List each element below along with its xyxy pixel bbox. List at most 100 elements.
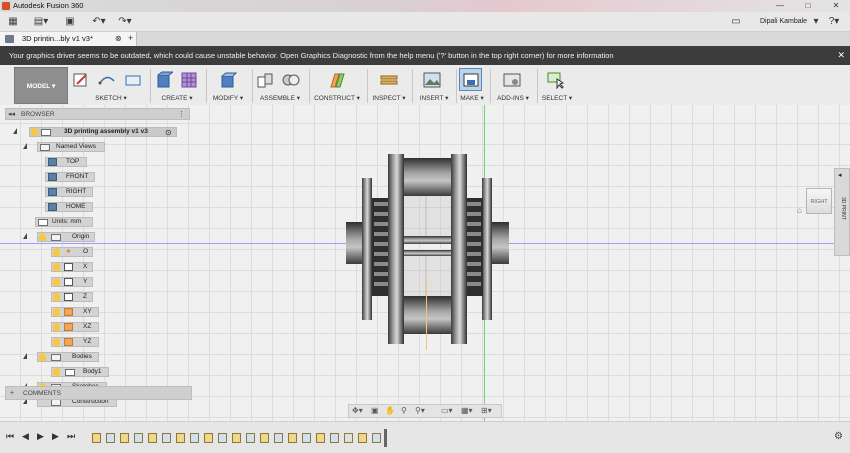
bodies-node[interactable]: Bodies: [19, 351, 109, 363]
origin-z-axis-item[interactable]: Z: [51, 291, 101, 303]
close-window-button[interactable]: ✕: [822, 0, 850, 12]
timeline-feature[interactable]: [302, 433, 311, 443]
look-at-icon[interactable]: ▣: [371, 406, 379, 415]
assemble-group[interactable]: ASSEMBLE ▾: [254, 65, 306, 105]
origin-xy-plane-item[interactable]: XY: [51, 306, 101, 318]
document-tab[interactable]: 3D printin...bly v1 v3* ⊗ +: [0, 32, 137, 46]
units-node[interactable]: Units: mm: [35, 216, 105, 228]
rectangle-icon[interactable]: [124, 71, 142, 89]
display-settings-icon[interactable]: ▭▾: [441, 406, 453, 415]
origin-x-axis-item[interactable]: X: [51, 261, 101, 273]
browser-header[interactable]: ◂◂ BROWSER ⋮: [5, 108, 190, 120]
3d-print-side-panel[interactable]: ◂ 3D PRINT: [834, 168, 850, 256]
inspect-group[interactable]: INSPECT ▾: [369, 65, 409, 105]
sketch-group[interactable]: SKETCH ▾: [72, 65, 150, 105]
visibility-bulb-icon[interactable]: [53, 308, 60, 316]
timeline-feature[interactable]: [232, 433, 241, 443]
visibility-bulb-icon[interactable]: [39, 353, 46, 361]
body1-item[interactable]: Body1: [51, 366, 121, 378]
add-ins-group[interactable]: ADD-INS ▾: [492, 65, 534, 105]
add-comment-icon[interactable]: +: [10, 387, 14, 400]
timeline-feature[interactable]: [316, 433, 325, 443]
timeline-feature[interactable]: [274, 433, 283, 443]
joint-icon[interactable]: [282, 71, 300, 89]
extrude-icon[interactable]: [155, 71, 173, 89]
help-button[interactable]: ?▾: [824, 12, 844, 32]
insert-group[interactable]: INSERT ▾: [414, 65, 454, 105]
timeline-feature[interactable]: [92, 433, 101, 443]
visibility-bulb-icon[interactable]: [53, 278, 60, 286]
named-view-right[interactable]: RIGHT: [45, 186, 105, 198]
create-sketch-icon[interactable]: [72, 71, 90, 89]
orbit-icon[interactable]: ✥▾: [352, 406, 363, 415]
viewports-icon[interactable]: ⊞▾: [481, 406, 492, 415]
user-name[interactable]: Dipali Kambale: [760, 12, 807, 32]
close-warning-button[interactable]: ✕: [837, 46, 845, 65]
redo-icon[interactable]: ↷▾: [114, 12, 136, 32]
home-view-icon[interactable]: ⌂: [797, 206, 802, 215]
timeline-feature[interactable]: [204, 433, 213, 443]
job-status-icon[interactable]: ▭: [729, 12, 743, 32]
select-group[interactable]: SELECT ▾: [539, 65, 575, 105]
timeline-feature[interactable]: [246, 433, 255, 443]
origin-point-item[interactable]: ✦ O: [51, 246, 101, 258]
timeline-feature[interactable]: [106, 433, 115, 443]
timeline-feature[interactable]: [358, 433, 367, 443]
expand-triangle-icon[interactable]: [23, 353, 27, 359]
timeline-feature[interactable]: [288, 433, 297, 443]
timeline-settings-gear-icon[interactable]: ⚙: [834, 431, 843, 442]
timeline-feature[interactable]: [134, 433, 143, 443]
collapse-browser-icon[interactable]: ◂◂: [8, 109, 15, 120]
zoom-icon[interactable]: ⚲: [401, 406, 407, 415]
insert-image-icon[interactable]: [423, 71, 441, 89]
offset-plane-icon[interactable]: [328, 71, 346, 89]
visibility-bulb-icon[interactable]: [53, 263, 60, 271]
3d-print-icon[interactable]: [462, 71, 480, 89]
browser-pin-icon[interactable]: ⋮: [178, 109, 185, 120]
visibility-bulb-icon[interactable]: [53, 323, 60, 331]
line-icon[interactable]: [98, 71, 116, 89]
scripts-addins-icon[interactable]: [503, 71, 521, 89]
minimize-button[interactable]: —: [766, 0, 794, 12]
maximize-button[interactable]: □: [794, 0, 822, 12]
visibility-bulb-icon[interactable]: [31, 128, 38, 136]
create-group[interactable]: CREATE ▾: [152, 65, 202, 105]
browser-root-node[interactable]: 3D printing assembly v1 v3 ⊙: [9, 126, 179, 138]
assembly-model[interactable]: [340, 150, 515, 345]
named-view-front[interactable]: FRONT: [45, 171, 105, 183]
grid-snaps-icon[interactable]: ▦▾: [461, 406, 473, 415]
user-dropdown-icon[interactable]: ▾: [812, 12, 820, 32]
expand-triangle-icon[interactable]: [23, 233, 27, 239]
origin-xz-plane-item[interactable]: XZ: [51, 321, 101, 333]
press-pull-icon[interactable]: [219, 71, 237, 89]
measure-icon[interactable]: [380, 71, 398, 89]
fit-icon[interactable]: ⚲▾: [415, 406, 425, 415]
save-icon[interactable]: ▣: [62, 12, 78, 32]
timeline-feature[interactable]: [218, 433, 227, 443]
visibility-bulb-icon[interactable]: [53, 248, 60, 256]
visibility-bulb-icon[interactable]: [53, 338, 60, 346]
select-arrow-icon[interactable]: [547, 71, 565, 89]
timeline-feature[interactable]: [190, 433, 199, 443]
go-to-start-icon[interactable]: ⏮: [6, 431, 14, 442]
origin-y-axis-item[interactable]: Y: [51, 276, 101, 288]
undo-icon[interactable]: ↶▾: [88, 12, 110, 32]
comments-panel[interactable]: + COMMENTS: [5, 386, 192, 400]
workspace-switcher[interactable]: MODEL ▾: [14, 67, 68, 104]
modify-group[interactable]: MODIFY ▾: [208, 65, 248, 105]
expand-triangle-icon[interactable]: [23, 143, 27, 149]
timeline-feature[interactable]: [120, 433, 129, 443]
visibility-bulb-icon[interactable]: [53, 368, 60, 376]
step-forward-icon[interactable]: ▶: [52, 431, 59, 442]
timeline-feature[interactable]: [372, 433, 381, 443]
visibility-bulb-icon[interactable]: [53, 293, 60, 301]
origin-yz-plane-item[interactable]: YZ: [51, 336, 101, 348]
visibility-bulb-icon[interactable]: [39, 233, 46, 241]
timeline-feature[interactable]: [330, 433, 339, 443]
expand-panel-icon[interactable]: ◂: [838, 171, 842, 179]
timeline-feature[interactable]: [162, 433, 171, 443]
named-views-node[interactable]: Named Views: [19, 141, 119, 153]
new-tab-button[interactable]: +: [128, 33, 133, 43]
timeline-feature[interactable]: [176, 433, 185, 443]
expand-triangle-icon[interactable]: [13, 128, 17, 134]
